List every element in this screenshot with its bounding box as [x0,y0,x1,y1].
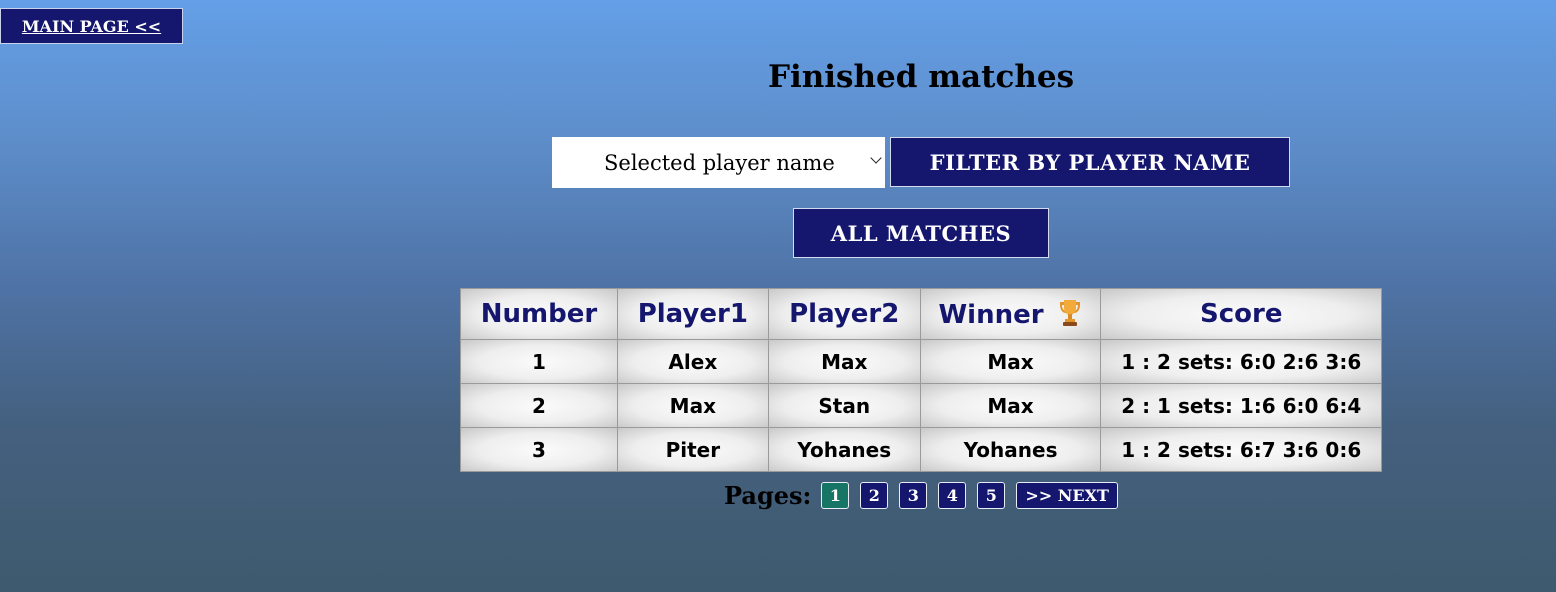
header-winner-label: Winner [938,299,1044,330]
main-page-link[interactable]: MAIN PAGE << [0,8,183,44]
cell-score: 1 : 2 sets: 6:7 3:6 0:6 [1100,427,1382,472]
cell-number: 1 [460,339,618,384]
pagination: Pages: 1 2 3 4 5 >> NEXT [724,480,1129,510]
cell-number: 2 [460,383,618,428]
trophy-icon [1057,299,1083,327]
player-name-select-value: Selected player name [604,150,835,175]
page-button-2[interactable]: 2 [860,481,889,509]
page-button-3[interactable]: 3 [899,481,928,509]
cell-score: 1 : 2 sets: 6:0 2:6 3:6 [1100,339,1382,384]
cell-player1: Piter [616,427,769,472]
page-button-1[interactable]: 1 [821,481,850,509]
cell-number: 3 [460,427,618,472]
pages-label: Pages: [724,480,812,510]
cell-winner: Max [919,339,1102,384]
cell-winner: Yohanes [919,427,1102,472]
page-title: Finished matches [767,59,1075,95]
cell-player1: Alex [616,339,769,384]
page-button-4[interactable]: 4 [938,481,967,509]
header-player2: Player2 [767,288,921,340]
title-container: Finished matches [700,56,1142,98]
cell-player2: Max [767,339,921,384]
next-page-button[interactable]: >> NEXT [1016,481,1118,509]
player-name-select[interactable]: Selected player name [552,137,885,188]
header-number: Number [460,288,618,340]
table-row: 1 Alex Max Max 1 : 2 sets: 6:0 2:6 3:6 [460,339,1382,384]
header-score: Score [1100,288,1382,340]
filter-by-player-button[interactable]: FILTER BY PLAYER NAME [890,137,1290,187]
page-button-5[interactable]: 5 [977,481,1006,509]
chevron-down-icon [870,152,882,164]
cell-player1: Max [616,383,769,428]
table-row: 2 Max Stan Max 2 : 1 sets: 1:6 6:0 6:4 [460,383,1382,428]
matches-table: Number Player1 Player2 Winner Score 1 Al… [460,288,1382,472]
cell-player2: Stan [767,383,921,428]
cell-player2: Yohanes [767,427,921,472]
cell-winner: Max [919,383,1102,428]
all-matches-button[interactable]: ALL MATCHES [793,208,1049,258]
header-winner: Winner [919,288,1102,340]
cell-score: 2 : 1 sets: 1:6 6:0 6:4 [1100,383,1382,428]
table-row: 3 Piter Yohanes Yohanes 1 : 2 sets: 6:7 … [460,427,1382,472]
table-header-row: Number Player1 Player2 Winner Score [460,288,1382,340]
header-player1: Player1 [616,288,769,340]
